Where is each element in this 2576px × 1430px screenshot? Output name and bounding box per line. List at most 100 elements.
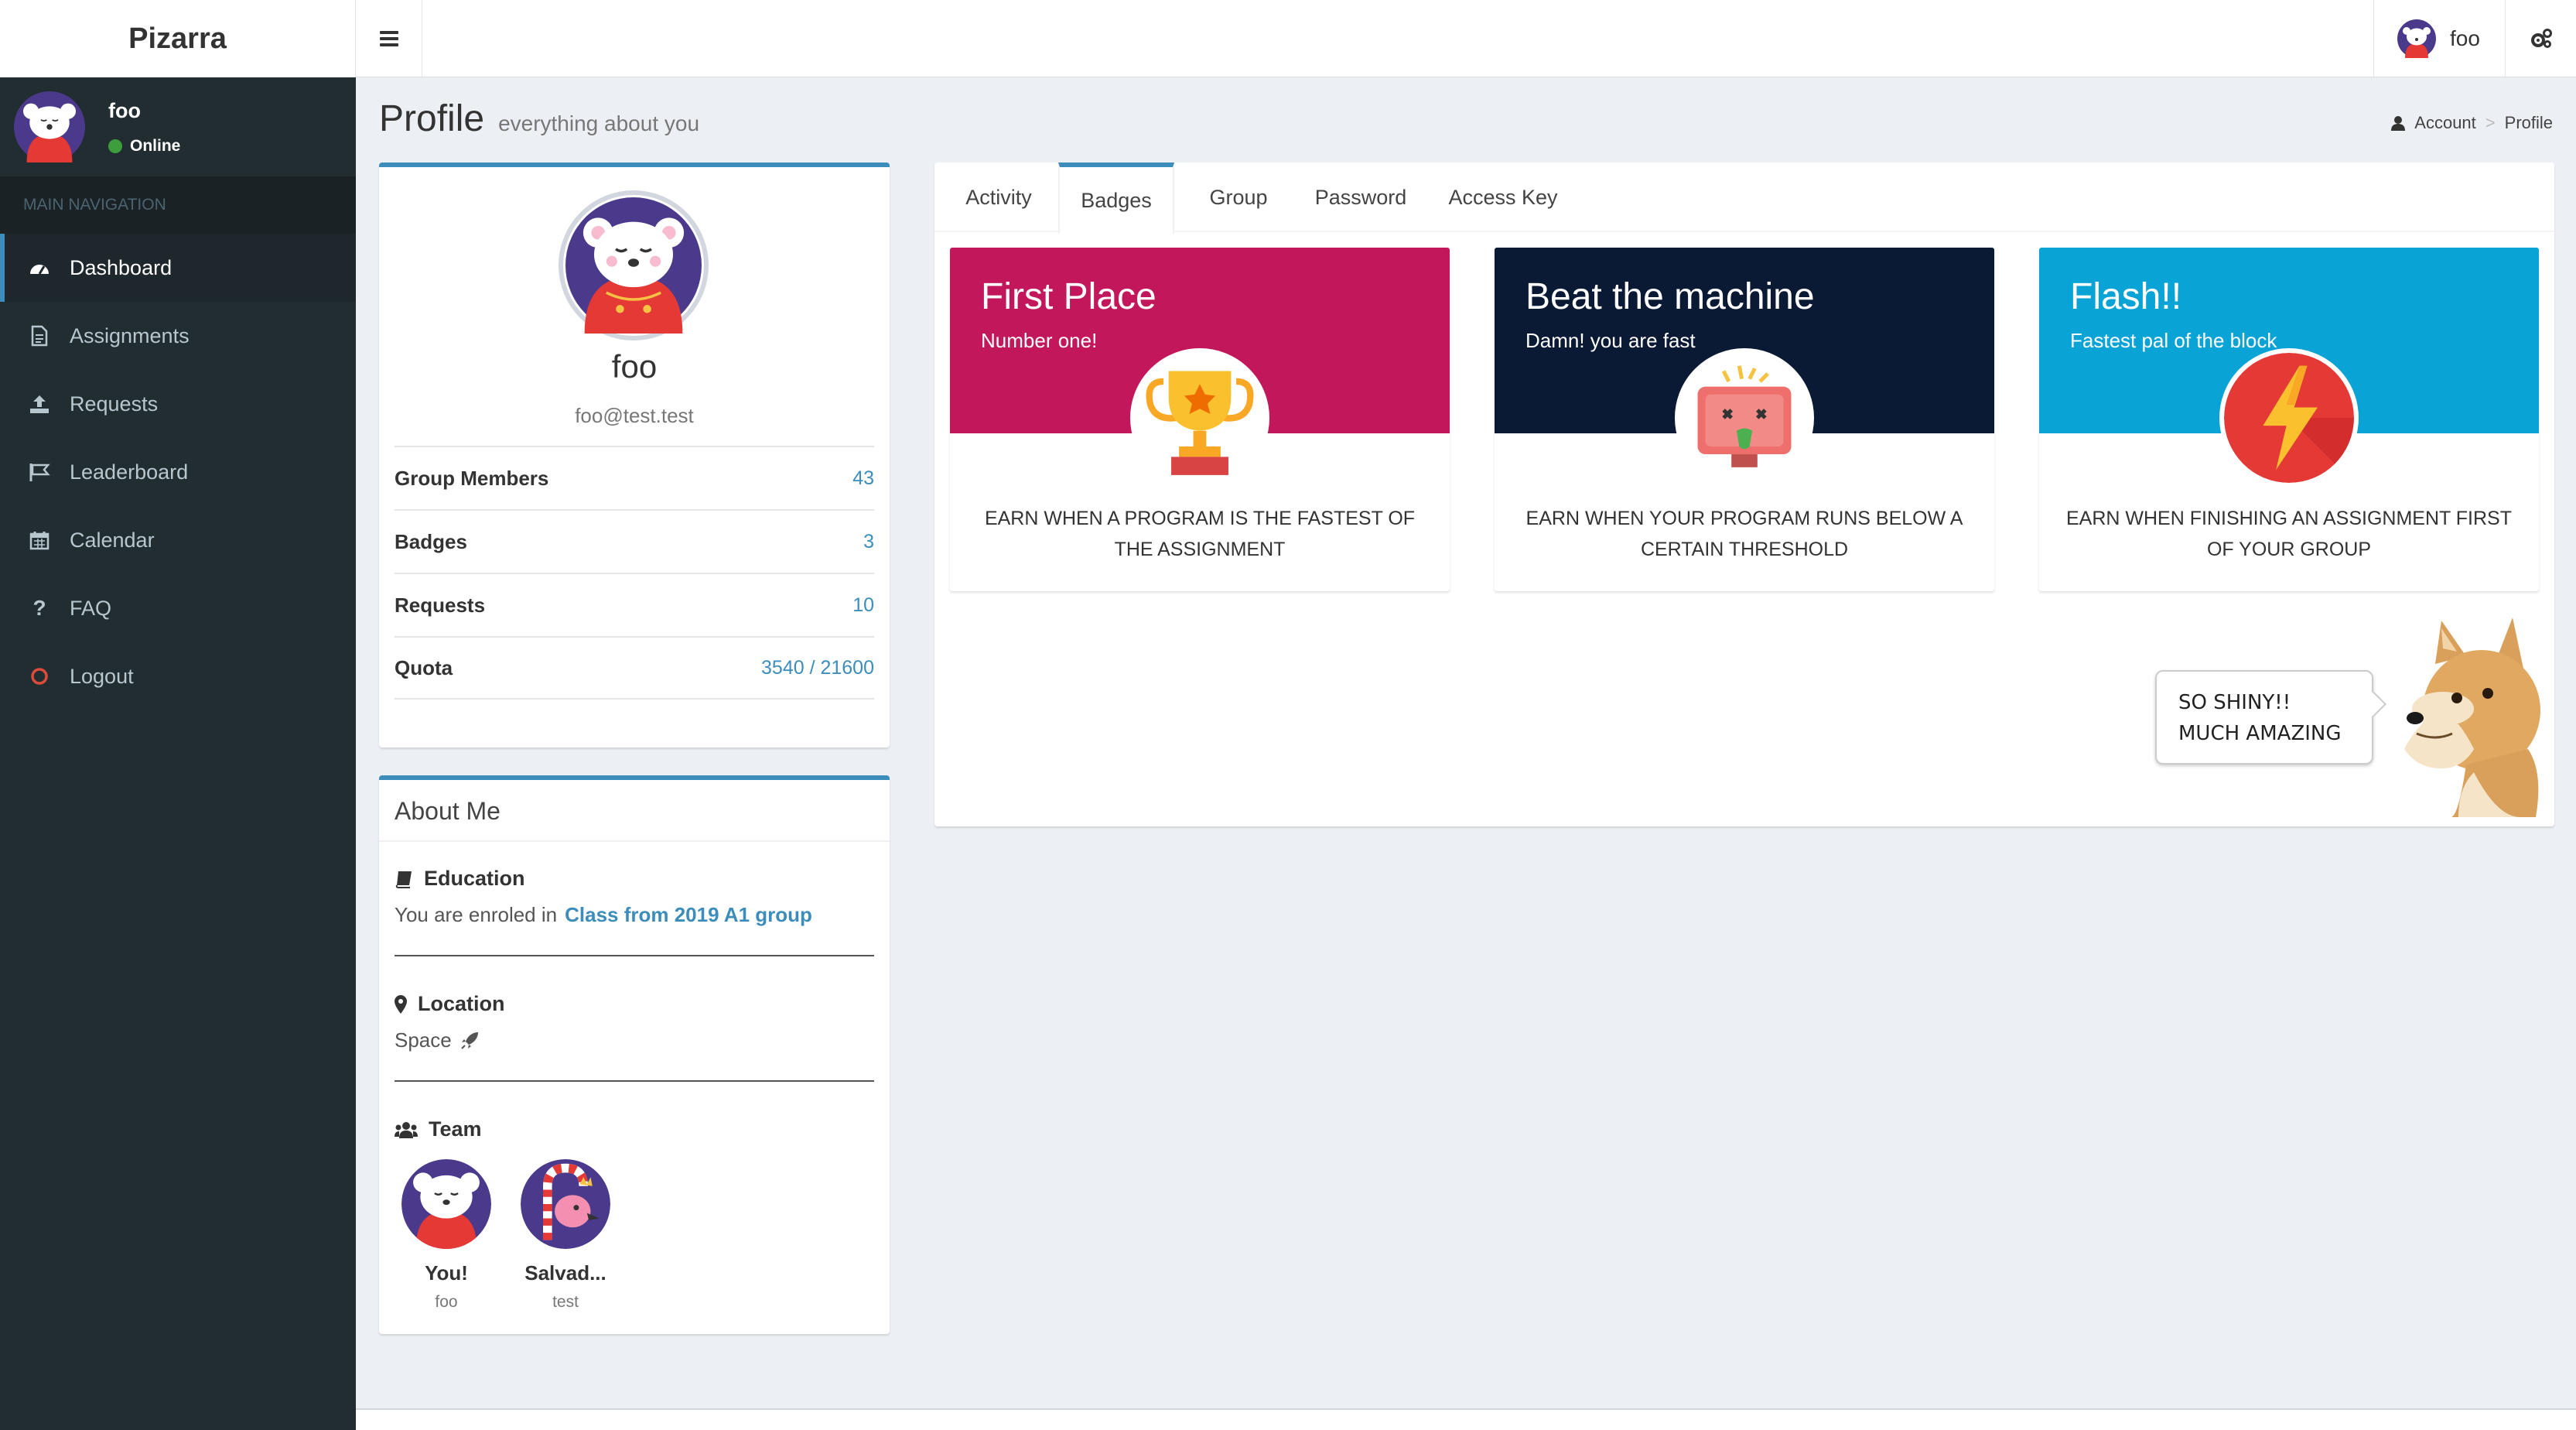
stat-value[interactable]: 10 — [852, 594, 874, 617]
stat-value[interactable]: 43 — [852, 467, 874, 490]
top-navbar: foo — [356, 0, 2576, 77]
question-icon: ? — [32, 596, 46, 620]
sidebar-item-leaderboard[interactable]: Leaderboard — [0, 438, 356, 506]
sidebar-item-assignments[interactable]: Assignments — [0, 302, 356, 370]
speech-line: MUCH AMAZING — [2178, 722, 2342, 745]
nav-section-header: MAIN NAVIGATION — [0, 176, 356, 234]
doge-image — [2404, 618, 2540, 817]
sidebar-user-panel: foo Online — [0, 77, 356, 176]
trophy-icon — [1130, 348, 1269, 488]
page-subtitle: everything about you — [498, 111, 700, 135]
status-text: Online — [130, 136, 181, 155]
speech-line: SO SHINY!! — [2178, 691, 2291, 714]
team-member-name: You! — [425, 1261, 468, 1285]
about-title: About Me — [379, 780, 890, 842]
user-menu[interactable]: foo — [2373, 0, 2505, 77]
tab-group[interactable]: Group — [1190, 162, 1287, 232]
sidebar-item-label: FAQ — [70, 596, 112, 620]
profile-stats: Group Members 43 Badges 3 Requests 10 Qu… — [395, 446, 874, 700]
breadcrumb-account-link[interactable]: Account — [2414, 113, 2476, 133]
badge-title: First Place — [981, 276, 1156, 317]
map-marker-icon — [395, 994, 407, 1014]
users-icon — [395, 1121, 418, 1138]
badge-description: Earn when finishing an assignment first … — [2066, 508, 2512, 560]
broken-computer-icon — [1675, 348, 1814, 488]
stat-requests: Requests 10 — [395, 573, 874, 636]
tab-badges[interactable]: Badges — [1058, 162, 1174, 234]
app-title: Pizarra — [128, 22, 227, 55]
sidebar-item-calendar[interactable]: Calendar — [0, 506, 356, 574]
sidebar-item-label: Logout — [70, 664, 134, 688]
profile-name: foo — [611, 348, 658, 385]
avatar — [521, 1159, 610, 1249]
online-status: Online — [108, 137, 180, 156]
stat-label: Quota — [395, 655, 453, 679]
avatar — [14, 91, 85, 162]
hamburger-icon — [379, 31, 398, 46]
breadcrumb-current: Profile — [2504, 113, 2553, 132]
badge-card: First Place Number one! Earn when a prog… — [950, 248, 1450, 591]
tab-access-key[interactable]: Access Key — [1437, 162, 1569, 232]
sidebar-toggle-button[interactable] — [356, 0, 422, 77]
badge-card: Flash!! Fastest pal of the block Earn wh… — [2039, 248, 2539, 591]
breadcrumb-separator: > — [2485, 113, 2496, 132]
gears-icon — [2530, 29, 2552, 48]
page-title: Profile — [379, 98, 485, 139]
group-link[interactable]: Class from 2019 A1 group — [565, 903, 812, 927]
divider — [395, 955, 874, 956]
badge-title: Flash!! — [2070, 276, 2182, 317]
avatar — [2397, 19, 2436, 58]
divider — [395, 1080, 874, 1082]
upload-icon — [28, 392, 51, 416]
location-section: Location Space — [395, 992, 874, 1052]
app-logo[interactable]: Pizarra — [0, 0, 356, 77]
sidebar-item-label: Requests — [70, 392, 159, 416]
tab-activity[interactable]: Activity — [950, 162, 1047, 232]
badge-description: Earn when a program is the fastest of th… — [984, 508, 1416, 560]
sidebar-item-dashboard[interactable]: Dashboard — [0, 234, 356, 302]
sidebar-item-label: Assignments — [70, 323, 190, 347]
stat-quota: Quota 3540 / 21600 — [395, 636, 874, 700]
team-member[interactable]: You! foo — [396, 1159, 497, 1312]
about-me-card: About Me Education You are enroled in Cl… — [379, 775, 890, 1334]
avatar — [401, 1159, 491, 1249]
user-icon — [2391, 116, 2406, 131]
stat-label: Badges — [395, 529, 467, 553]
sidebar-item-logout[interactable]: Logout — [0, 642, 356, 710]
stat-value[interactable]: 3540 / 21600 — [761, 657, 874, 679]
sidebar-item-label: Leaderboard — [70, 460, 189, 484]
flag-icon — [28, 460, 51, 484]
content-header: Profile everything about you — [379, 98, 699, 140]
book-icon — [395, 871, 412, 888]
settings-button[interactable] — [2505, 0, 2576, 77]
sidebar-item-label: Dashboard — [70, 255, 173, 279]
tab-bar: Activity Badges Group Password Access Ke… — [934, 162, 2554, 234]
sidebar-item-faq[interactable]: ? FAQ — [0, 574, 356, 642]
team-member-username: test — [552, 1293, 579, 1311]
location-text: Space — [395, 1028, 452, 1052]
stat-badges: Badges 3 — [395, 509, 874, 573]
sidebar: foo Online MAIN NAVIGATION Dashboard Ass… — [0, 77, 356, 1430]
team-member[interactable]: Salvad... test — [515, 1159, 616, 1312]
rocket-icon — [461, 1031, 478, 1049]
badge-title: Beat the machine — [1525, 276, 1815, 317]
stat-value[interactable]: 3 — [863, 531, 874, 553]
team-member-name: Salvad... — [524, 1261, 606, 1285]
lightning-icon — [2219, 348, 2359, 488]
sidebar-item-requests[interactable]: Requests — [0, 370, 356, 438]
circle-icon — [28, 665, 51, 688]
tab-password[interactable]: Password — [1303, 162, 1419, 232]
dashboard-icon — [28, 256, 51, 279]
sidebar-item-label: Calendar — [70, 528, 155, 552]
profile-card: foo foo@test.test Group Members 43 Badge… — [379, 162, 890, 748]
breadcrumb: Account > Profile — [2391, 113, 2553, 133]
footer — [356, 1410, 2576, 1430]
sidebar-username: foo — [108, 98, 141, 122]
doge-speech-bubble: SO SHINY!! MUCH AMAZING — [2155, 670, 2373, 765]
team-section: Team — [395, 1117, 874, 1141]
tabs-panel: Activity Badges Group Password Access Ke… — [934, 162, 2554, 826]
profile-avatar — [559, 190, 709, 340]
education-text: You are enroled in — [395, 903, 558, 926]
profile-email: foo@test.test — [575, 404, 694, 427]
stat-label: Group Members — [395, 466, 549, 490]
